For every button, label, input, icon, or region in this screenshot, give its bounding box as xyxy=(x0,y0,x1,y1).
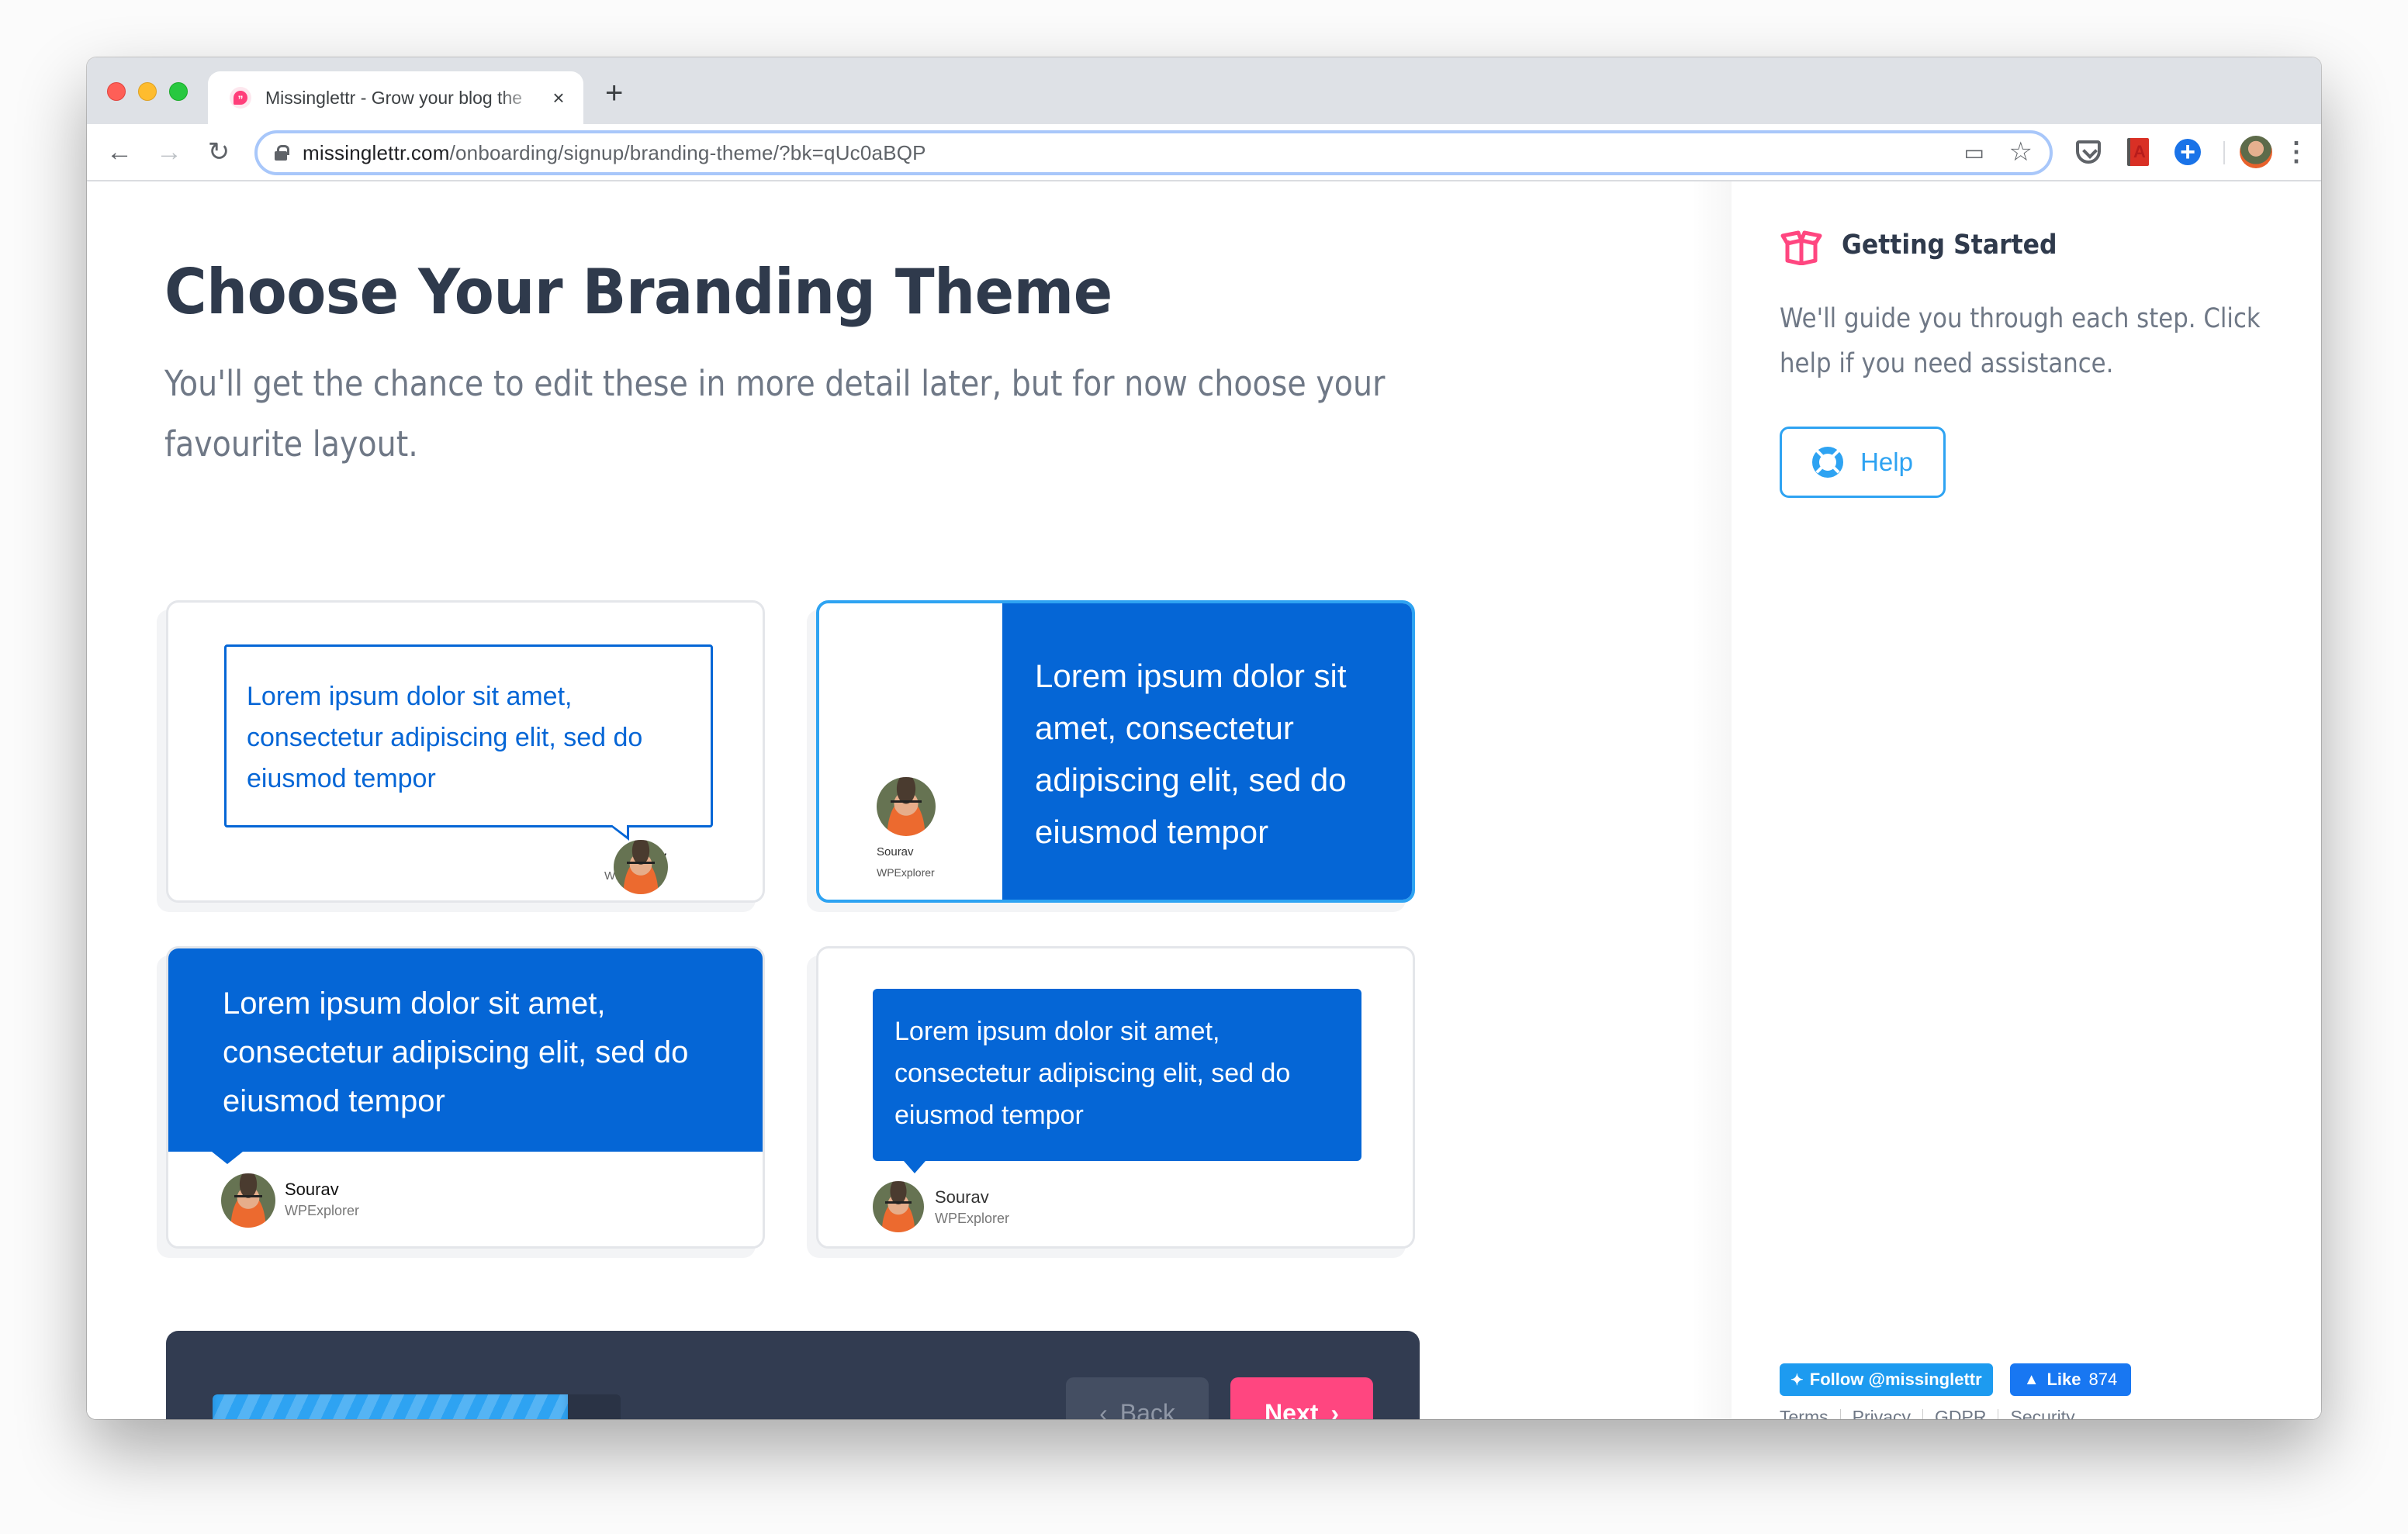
address-bar[interactable]: missinglettr.com/onboarding/signup/brand… xyxy=(254,130,2053,175)
author-avatar xyxy=(614,840,668,894)
theme-option-outline-bubble[interactable]: Lorem ipsum dolor sit amet, consectetur … xyxy=(166,600,765,903)
twitter-follow-button[interactable]: ✦ Follow @missinglettr xyxy=(1780,1363,1993,1396)
author-org: WPExplorer xyxy=(935,1211,1010,1226)
tab-strip: ” Missinglettr - Grow your blog the × + xyxy=(87,57,2321,124)
onboarding-progress-bar xyxy=(213,1394,621,1419)
next-button[interactable]: Next › xyxy=(1230,1377,1373,1419)
bubble-tail xyxy=(212,1152,243,1164)
theme-author: Sourav WPExplorer xyxy=(285,1180,359,1219)
dictionary-extension-button[interactable]: A xyxy=(2121,135,2155,169)
facebook-like-label: Like xyxy=(2046,1370,2081,1389)
new-tab-button[interactable]: + xyxy=(605,76,623,111)
gdpr-link[interactable]: GDPR xyxy=(1935,1407,1986,1419)
browser-toolbar: ← → ↻ missinglettr.com/onboarding/signup… xyxy=(87,124,2321,181)
thumbs-up-icon: ▲ xyxy=(2023,1370,2040,1388)
bubble-tail xyxy=(904,1161,925,1173)
close-window-button[interactable] xyxy=(107,82,126,101)
author-org: WPExplorer xyxy=(877,866,935,879)
pocket-icon xyxy=(2076,140,2101,164)
back-button-label: Back xyxy=(1119,1398,1175,1420)
progress-fill xyxy=(213,1394,568,1419)
sidebar-description: We'll guide you through each step. Click… xyxy=(1780,303,2261,379)
author-name: Sourav xyxy=(285,1180,339,1199)
next-button-label: Next xyxy=(1264,1398,1319,1420)
browser-window: ” Missinglettr - Grow your blog the × + … xyxy=(87,57,2321,1419)
chevron-right-icon: › xyxy=(1330,1398,1339,1420)
theme-option-filled-bubble[interactable]: Lorem ipsum dolor sit amet, consectetur … xyxy=(816,946,1415,1249)
plus-circle-icon: + xyxy=(2174,139,2201,165)
twitter-bird-icon: ✦ xyxy=(1790,1371,1804,1389)
link-separator xyxy=(1839,1408,1841,1419)
getting-started-sidebar: Getting Started We'll guide you through … xyxy=(1691,181,2321,1419)
browser-menu-button[interactable]: ⋮ xyxy=(2279,135,2313,169)
theme-option-split-panel[interactable]: Sourav WPExplorer Lorem ipsum dolor sit … xyxy=(816,600,1415,903)
profile-avatar xyxy=(2240,136,2272,168)
author-name: Sourav xyxy=(935,1187,989,1207)
back-button[interactable]: ‹ Back xyxy=(1066,1377,1209,1419)
theme-quote: Lorem ipsum dolor sit amet, consectetur … xyxy=(1002,603,1412,900)
bookmark-star-icon[interactable]: ☆ xyxy=(2009,136,2033,168)
legal-links: Terms Privacy GDPR Security xyxy=(1780,1407,2075,1419)
author-avatar xyxy=(221,1173,275,1228)
theme-author: Sourav WPExplorer xyxy=(935,1187,1009,1227)
terms-link[interactable]: Terms xyxy=(1780,1407,1828,1419)
theme-quote: Lorem ipsum dolor sit amet, consectetur … xyxy=(873,989,1361,1161)
open-box-icon xyxy=(1780,230,1822,265)
author-name: Sourav xyxy=(877,845,914,859)
theme-quote: Lorem ipsum dolor sit amet, consectetur … xyxy=(168,948,763,1152)
theme-author: Sourav WPExplorer xyxy=(877,845,935,879)
profile-button[interactable] xyxy=(2239,135,2273,169)
lifebuoy-icon xyxy=(1812,447,1844,478)
author-org: WPExplorer xyxy=(285,1203,360,1218)
cast-devices-icon[interactable]: ▭ xyxy=(1964,140,1984,165)
bubble-tail-inner xyxy=(611,824,627,836)
theme-option-full-width-banner[interactable]: Lorem ipsum dolor sit amet, consectetur … xyxy=(166,946,765,1249)
url-path: /onboarding/signup/branding-theme/?bk=qU… xyxy=(449,140,926,164)
link-separator xyxy=(1922,1408,1924,1419)
tab-title: Missinglettr - Grow your blog the xyxy=(265,87,523,108)
lock-icon xyxy=(275,145,289,161)
help-button[interactable]: Help xyxy=(1780,427,1946,498)
minimize-window-button[interactable] xyxy=(138,82,157,101)
browser-tab[interactable]: ” Missinglettr - Grow your blog the × xyxy=(208,71,583,124)
page-title: Choose Your Branding Theme xyxy=(164,256,1112,328)
social-buttons: ✦ Follow @missinglettr ▲ Like 874 xyxy=(1780,1363,2132,1396)
missinglettr-favicon-icon: ” xyxy=(230,87,251,109)
page-content: Choose Your Branding Theme You'll get th… xyxy=(87,181,2321,1419)
sidebar-title: Getting Started xyxy=(1842,230,2057,261)
author-panel: Sourav WPExplorer xyxy=(819,603,1002,900)
chevron-left-icon: ‹ xyxy=(1099,1398,1108,1420)
onboarding-footer: ‹ Back Next › xyxy=(166,1331,1420,1419)
tab-close-icon[interactable]: × xyxy=(548,86,569,110)
url-text[interactable]: missinglettr.com/onboarding/signup/brand… xyxy=(303,141,926,165)
facebook-like-button[interactable]: ▲ Like 874 xyxy=(2009,1363,2132,1396)
back-arrow-icon[interactable]: ← xyxy=(102,135,137,169)
forward-arrow-icon[interactable]: → xyxy=(152,135,186,169)
security-link[interactable]: Security xyxy=(2010,1407,2074,1419)
page-subtitle: You'll get the chance to edit these in m… xyxy=(164,363,1386,465)
twitter-follow-label: Follow @missinglettr xyxy=(1809,1370,1982,1389)
author-avatar xyxy=(877,777,936,836)
reload-icon[interactable]: ↻ xyxy=(202,135,236,169)
pocket-extension-button[interactable] xyxy=(2071,135,2105,169)
theme-quote: Lorem ipsum dolor sit amet, consectetur … xyxy=(224,644,713,827)
toolbar-divider xyxy=(2223,141,2225,164)
main-panel: Choose Your Branding Theme You'll get th… xyxy=(87,181,1732,1419)
author-avatar xyxy=(873,1181,924,1232)
maximize-window-button[interactable] xyxy=(169,82,188,101)
add-extension-button[interactable]: + xyxy=(2171,135,2205,169)
url-domain: missinglettr.com xyxy=(303,140,450,164)
facebook-like-count: 874 xyxy=(2088,1370,2118,1389)
dictionary-icon: A xyxy=(2127,138,2149,166)
help-button-label: Help xyxy=(1860,447,1913,476)
privacy-link[interactable]: Privacy xyxy=(1853,1407,1911,1419)
more-vertical-icon: ⋮ xyxy=(2283,137,2309,167)
